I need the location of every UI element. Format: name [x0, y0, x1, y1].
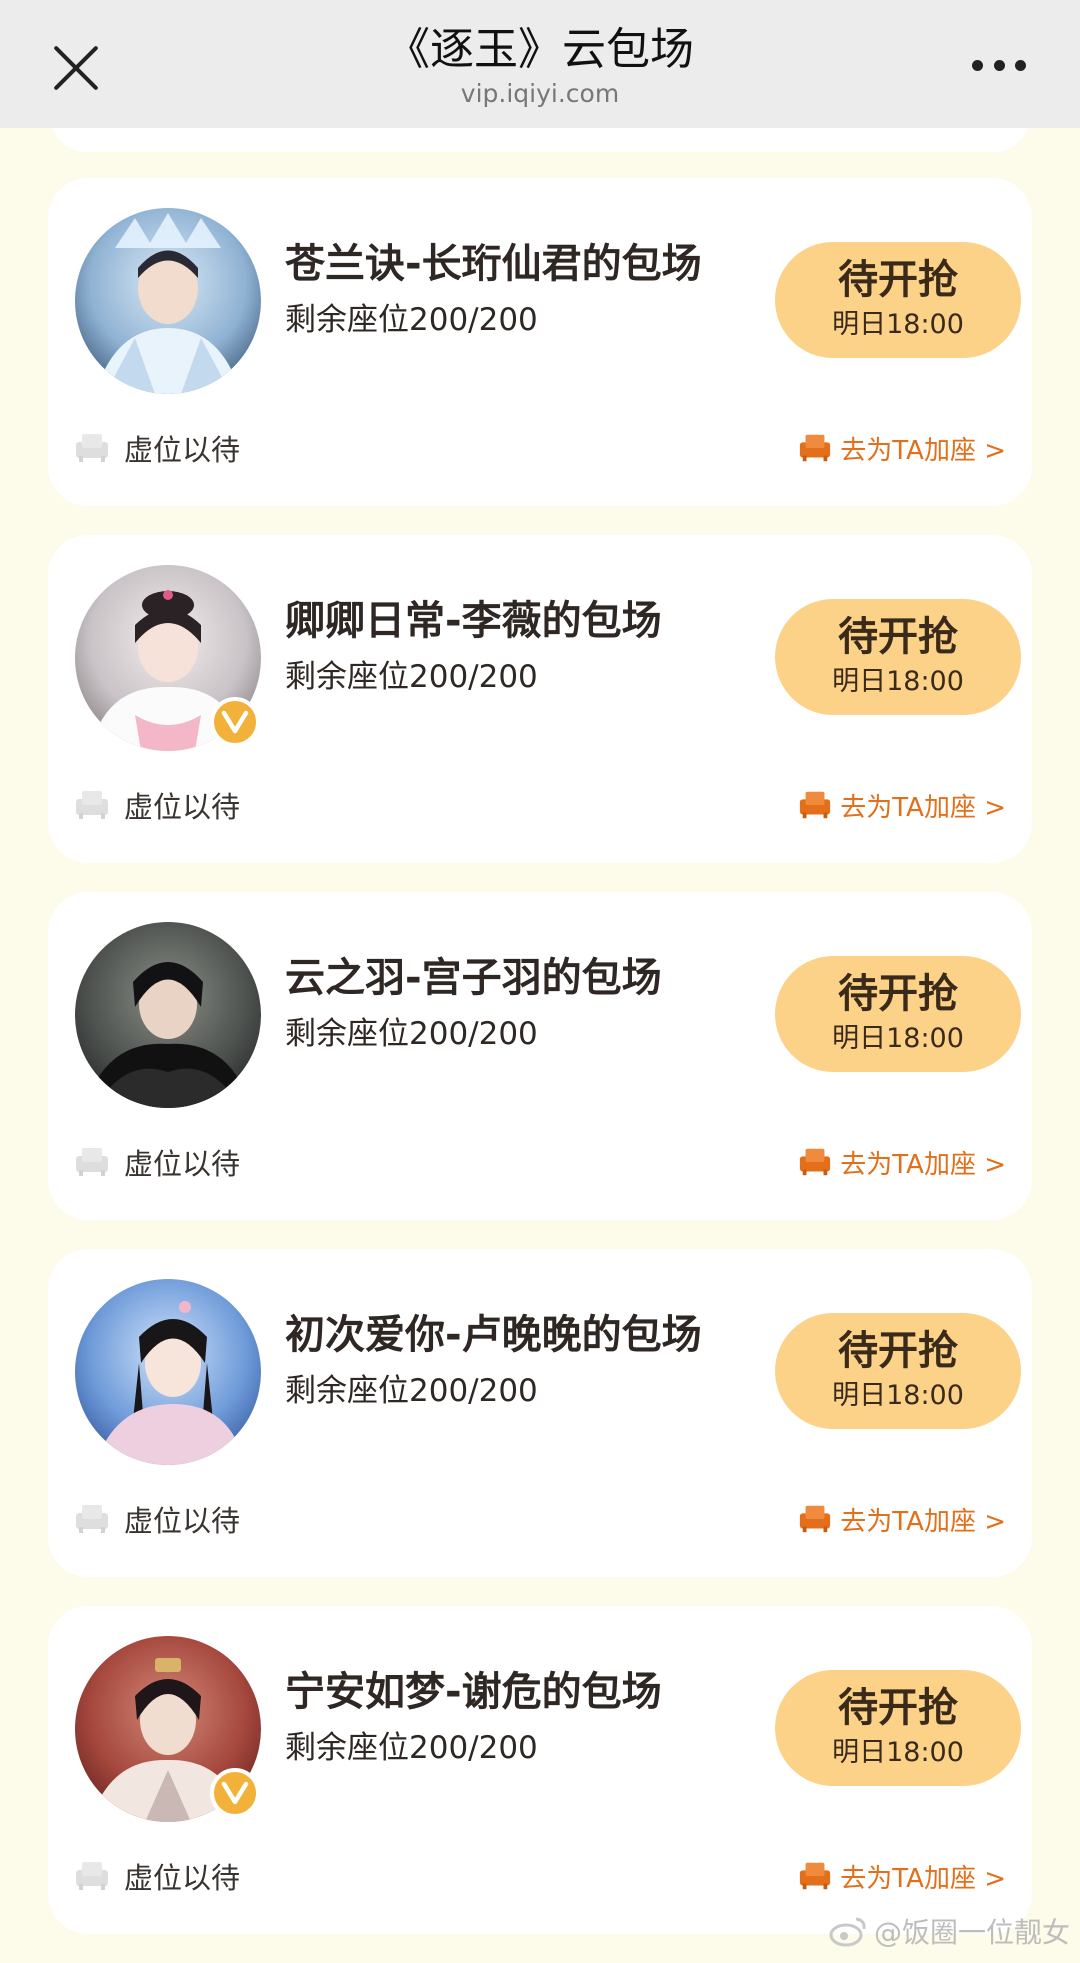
grab-button-label: 待开抢 [838, 1328, 958, 1374]
add-seat-link[interactable]: 去为TA加座 > [798, 783, 1006, 827]
grab-button[interactable]: 待开抢 明日18:00 [775, 1313, 1021, 1429]
verified-badge-icon [210, 1768, 260, 1818]
remaining-seats: 剩余座位200/200 [285, 302, 538, 338]
seat-icon [800, 1148, 831, 1176]
empty-seat-row: 虚位以待 [74, 1497, 240, 1541]
screening-title: 初次爱你-卢晚晚的包场 [285, 1312, 702, 1358]
empty-seat-icon [76, 1862, 108, 1890]
verified-badge-icon [210, 697, 260, 747]
empty-seat-label: 虚位以待 [124, 1147, 241, 1181]
empty-seat-row: 虚位以待 [74, 783, 240, 827]
add-seat-link[interactable]: 去为TA加座 > [798, 1140, 1006, 1184]
empty-seat-icon [76, 434, 108, 462]
grab-button[interactable]: 待开抢 明日18:00 [775, 599, 1021, 715]
watermark: @饭圈一位靓女 [828, 1911, 1070, 1951]
grab-button-label: 待开抢 [838, 257, 958, 303]
empty-seat-row: 虚位以待 [74, 426, 240, 470]
empty-seat-row: 虚位以待 [74, 1140, 240, 1184]
screening-card: 云之羽-宫子羽的包场 剩余座位200/200 待开抢 明日18:00 虚位以待 … [48, 892, 1032, 1220]
empty-seat-label: 虚位以待 [124, 790, 241, 824]
page-domain: vip.iqiyi.com [460, 79, 620, 108]
empty-seat-label: 虚位以待 [124, 433, 241, 467]
more-icon[interactable] [972, 58, 1026, 72]
add-seat-label: 去为TA加座 > [840, 1506, 1006, 1537]
remaining-seats: 剩余座位200/200 [285, 659, 538, 695]
empty-seat-icon [76, 1148, 108, 1176]
empty-seat-row: 虚位以待 [74, 1854, 240, 1898]
grab-button-time: 明日18:00 [832, 1737, 964, 1768]
grab-button-time: 明日18:00 [832, 666, 964, 697]
screening-card: 初次爱你-卢晚晚的包场 剩余座位200/200 待开抢 明日18:00 虚位以待… [48, 1249, 1032, 1577]
add-seat-label: 去为TA加座 > [840, 1863, 1006, 1894]
page-title: 《逐玉》云包场 [386, 24, 694, 75]
avatar[interactable] [75, 208, 261, 394]
avatar[interactable] [75, 922, 261, 1108]
remaining-seats: 剩余座位200/200 [285, 1016, 538, 1052]
grab-button[interactable]: 待开抢 明日18:00 [775, 242, 1021, 358]
grab-button-time: 明日18:00 [832, 309, 964, 340]
add-seat-label: 去为TA加座 > [840, 792, 1006, 823]
screening-title: 云之羽-宫子羽的包场 [285, 955, 662, 1001]
avatar[interactable] [75, 1279, 261, 1465]
grab-button-label: 待开抢 [838, 971, 958, 1017]
empty-seat-label: 虚位以待 [124, 1504, 241, 1538]
add-seat-link[interactable]: 去为TA加座 > [798, 1497, 1006, 1541]
watermark-text: @饭圈一位靓女 [873, 1916, 1070, 1949]
weibo-logo-icon [829, 1917, 866, 1947]
add-seat-link[interactable]: 去为TA加座 > [798, 426, 1006, 470]
seat-icon [800, 434, 831, 462]
grab-button[interactable]: 待开抢 明日18:00 [775, 1670, 1021, 1786]
add-seat-link[interactable]: 去为TA加座 > [798, 1854, 1006, 1898]
seat-icon [800, 791, 831, 819]
grab-button-label: 待开抢 [838, 614, 958, 660]
grab-button-time: 明日18:00 [832, 1023, 964, 1054]
grab-button[interactable]: 待开抢 明日18:00 [775, 956, 1021, 1072]
grab-button-time: 明日18:00 [832, 1380, 964, 1411]
screening-title: 卿卿日常-李薇的包场 [285, 598, 662, 644]
add-seat-label: 去为TA加座 > [840, 435, 1006, 466]
screening-title: 苍兰诀-长珩仙君的包场 [285, 241, 702, 287]
grab-button-label: 待开抢 [838, 1685, 958, 1731]
nav-bar: 《逐玉》云包场 vip.iqiyi.com [0, 0, 1080, 128]
remaining-seats: 剩余座位200/200 [285, 1373, 538, 1409]
seat-icon [800, 1505, 831, 1533]
empty-seat-label: 虚位以待 [124, 1861, 241, 1895]
screening-card: 卿卿日常-李薇的包场 剩余座位200/200 待开抢 明日18:00 虚位以待 … [48, 535, 1032, 863]
screening-card: 苍兰诀-长珩仙君的包场 剩余座位200/200 待开抢 明日18:00 虚位以待… [48, 178, 1032, 506]
empty-seat-icon [76, 1505, 108, 1533]
seat-icon [800, 1862, 831, 1890]
empty-seat-icon [76, 791, 108, 819]
add-seat-label: 去为TA加座 > [840, 1149, 1006, 1180]
remaining-seats: 剩余座位200/200 [285, 1730, 538, 1766]
screening-card: 宁安如梦-谢危的包场 剩余座位200/200 待开抢 明日18:00 虚位以待 … [48, 1606, 1032, 1934]
screening-title: 宁安如梦-谢危的包场 [285, 1669, 662, 1715]
